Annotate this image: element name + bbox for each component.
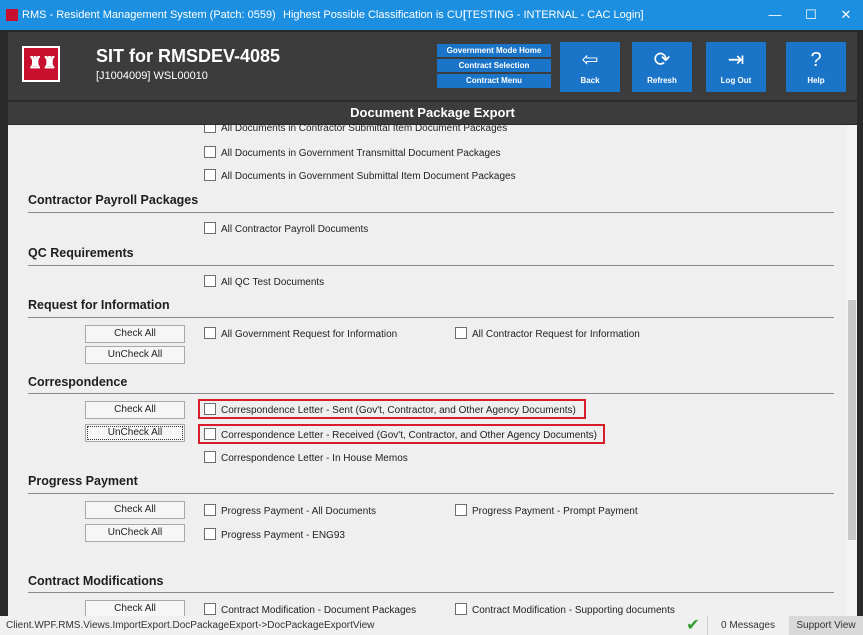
checkbox-qc-test[interactable]: All QC Test Documents	[204, 275, 324, 288]
app-header: ♜♜ SIT for RMSDEV-4085 [J1004009] WSL000…	[8, 32, 857, 100]
checkbox-progress-prompt[interactable]: Progress Payment - Prompt Payment	[455, 504, 638, 517]
checkbox-progress-eng93[interactable]: Progress Payment - ENG93	[204, 528, 345, 541]
divider	[28, 265, 834, 266]
contract-menu-button[interactable]: Contract Menu	[437, 74, 551, 88]
section-qc-requirements: QC Requirements	[28, 246, 134, 260]
page-title: Document Package Export	[8, 102, 857, 124]
messages-button[interactable]: 0 Messages	[707, 616, 788, 635]
castle-icon: ♜♜	[28, 55, 57, 72]
divider	[28, 493, 834, 494]
checkbox-contractor-payroll[interactable]: All Contractor Payroll Documents	[204, 222, 368, 235]
divider	[28, 393, 834, 394]
divider	[28, 592, 834, 593]
refresh-label: Refresh	[647, 76, 677, 85]
support-view-button[interactable]: Support View	[789, 616, 863, 635]
government-mode-home-button[interactable]: Government Mode Home	[437, 44, 551, 57]
section-correspondence: Correspondence	[28, 375, 128, 389]
contract-title: SIT for RMSDEV-4085	[96, 46, 281, 66]
window-title-bar: RMS - Resident Management System (Patch:…	[0, 0, 863, 30]
section-request-for-information: Request for Information	[28, 298, 170, 312]
maximize-button[interactable]: ☐	[794, 0, 828, 30]
export-options-panel: All Documents in Contractor Submittal It…	[8, 125, 847, 616]
back-button[interactable]: ⇦ Back	[560, 42, 620, 92]
checkbox-modification-supporting[interactable]: Contract Modification - Supporting docum…	[455, 603, 675, 616]
rfi-uncheck-all-button[interactable]: UnCheck All	[85, 346, 185, 364]
checkmark-icon: ✔	[686, 617, 700, 634]
contract-selection-button[interactable]: Contract Selection	[437, 59, 551, 72]
minimize-button[interactable]: —	[758, 0, 792, 30]
correspondence-check-all-button[interactable]: Check All	[85, 401, 185, 419]
contract-subtitle: [J1004009] WSL00010	[96, 70, 208, 82]
help-icon: ?	[810, 49, 822, 71]
back-arrow-icon: ⇦	[581, 49, 599, 71]
checkbox-correspondence-received[interactable]: Correspondence Letter - Received (Gov't,…	[204, 428, 597, 441]
checkbox-contractor-rfi[interactable]: All Contractor Request for Information	[455, 327, 640, 340]
app-icon	[6, 9, 18, 21]
refresh-icon: ⟳	[653, 49, 671, 71]
view-path: Client.WPF.RMS.Views.ImportExport.DocPac…	[6, 620, 375, 631]
back-label: Back	[580, 76, 600, 85]
scrollbar-thumb[interactable]	[848, 300, 856, 540]
section-contract-modifications: Contract Modifications	[28, 574, 164, 588]
logout-label: Log Out	[720, 76, 752, 85]
logout-icon: ⇥	[727, 49, 745, 71]
divider	[28, 212, 834, 213]
checkbox-gov-rfi[interactable]: All Government Request for Information	[204, 327, 397, 340]
refresh-button[interactable]: ⟳ Refresh	[632, 42, 692, 92]
window-title: RMS - Resident Management System (Patch:…	[22, 9, 276, 21]
correspondence-uncheck-all-button[interactable]: UnCheck All	[85, 424, 185, 442]
usace-logo: ♜♜	[22, 46, 60, 82]
close-button[interactable]: ✕	[829, 0, 863, 30]
classification-banner: Highest Possible Classification is CUI	[283, 9, 466, 21]
help-label: Help	[807, 76, 825, 85]
section-contractor-payroll: Contractor Payroll Packages	[28, 193, 199, 207]
checkbox-progress-all[interactable]: Progress Payment - All Documents	[204, 504, 376, 517]
modifications-check-all-button[interactable]: Check All	[85, 600, 185, 616]
checkbox-gov-transmittal[interactable]: All Documents in Government Transmittal …	[204, 146, 501, 159]
rfi-check-all-button[interactable]: Check All	[85, 325, 185, 343]
checkbox-correspondence-sent[interactable]: Correspondence Letter - Sent (Gov't, Con…	[204, 403, 576, 416]
checkbox-contractor-submittal-item[interactable]: All Documents in Contractor Submittal It…	[204, 125, 507, 134]
checkbox-gov-submittal-item[interactable]: All Documents in Government Submittal It…	[204, 169, 516, 182]
divider	[28, 317, 834, 318]
help-button[interactable]: ? Help	[786, 42, 846, 92]
checkbox-modification-packages[interactable]: Contract Modification - Document Package…	[204, 603, 416, 616]
environment-label: [TESTING - INTERNAL - CAC Login]	[463, 9, 644, 21]
section-progress-payment: Progress Payment	[28, 474, 138, 488]
checkbox-correspondence-in-house[interactable]: Correspondence Letter - In House Memos	[204, 451, 408, 464]
progress-uncheck-all-button[interactable]: UnCheck All	[85, 524, 185, 542]
status-bar: Client.WPF.RMS.Views.ImportExport.DocPac…	[0, 616, 863, 635]
logout-button[interactable]: ⇥ Log Out	[706, 42, 766, 92]
progress-check-all-button[interactable]: Check All	[85, 501, 185, 519]
